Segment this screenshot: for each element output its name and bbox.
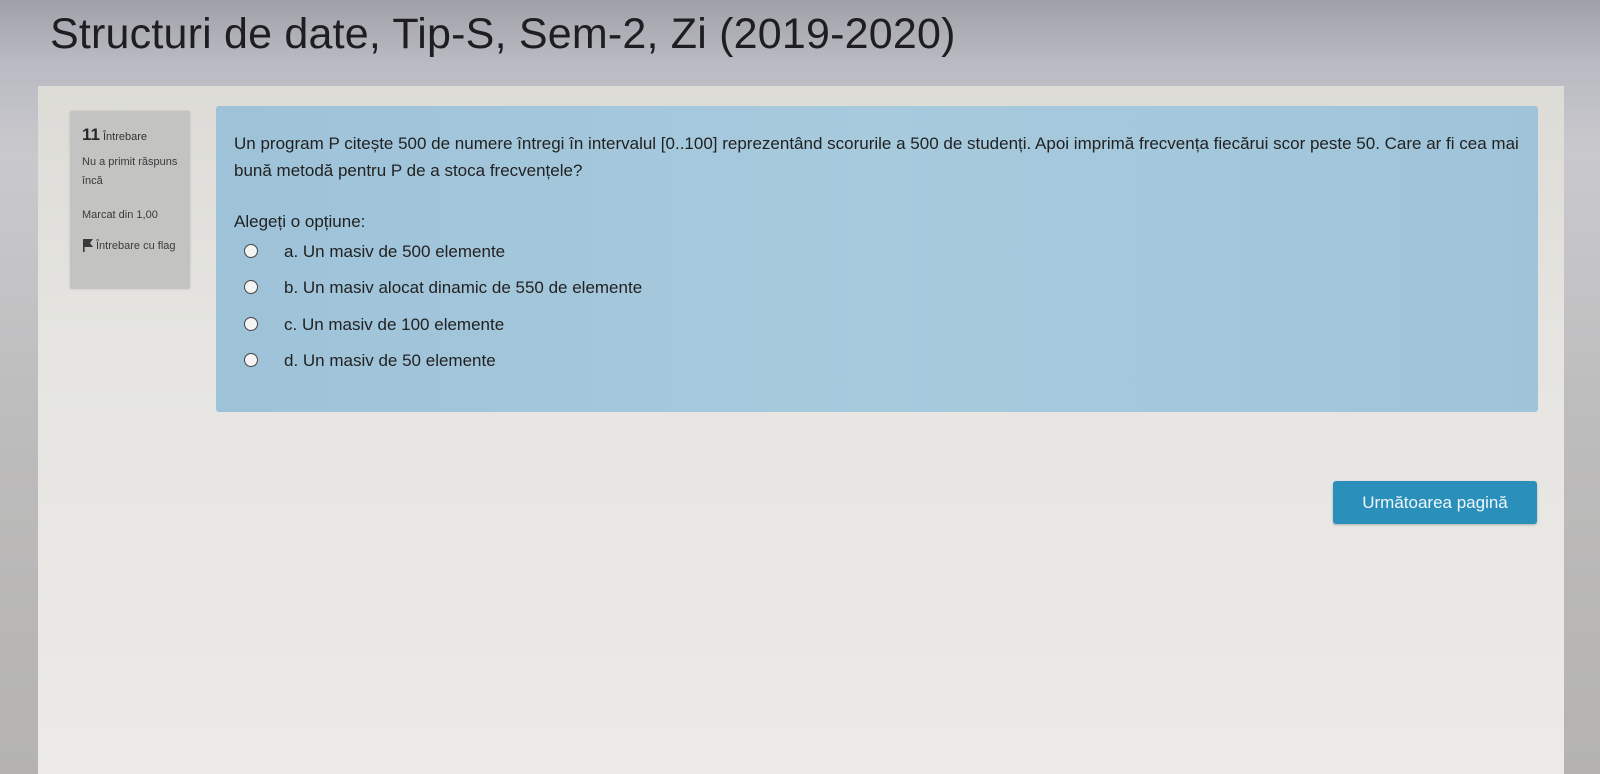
flag-label: Întrebare cu flag [96,240,176,252]
question-text: Un program P citește 500 de numere între… [234,134,1519,180]
flag-question-link[interactable]: Întrebare cu flag [82,237,187,256]
option-label: a. Un masiv de 500 elemente [284,242,506,261]
question-grade: Marcat din 1,00 [82,209,158,221]
question-number: 11 [82,125,100,144]
question-state: Nu a primit răspuns încă [82,156,178,187]
question-number-word: Întrebare [102,131,148,143]
option-b[interactable]: b. Un masiv alocat dinamic de 550 de ele… [244,278,642,298]
question-number-line: 11 Întrebare [82,125,147,145]
option-label: c. Un masiv de 100 elemente [284,315,505,334]
page-title: Structuri de date, Tip-S, Sem-2, Zi (201… [50,10,956,58]
radio-button[interactable] [244,317,258,331]
option-c[interactable]: c. Un masiv de 100 elemente [244,315,504,335]
radio-button[interactable] [244,280,258,294]
answer-prompt: Alegeți o opțiune: [234,212,366,231]
question-panel: Un program P citește 500 de numere între… [216,106,1538,412]
radio-button[interactable] [244,244,258,258]
option-label: d. Un masiv de 50 elemente [284,351,496,370]
option-a[interactable]: a. Un masiv de 500 elemente [244,242,505,262]
option-label: b. Un masiv alocat dinamic de 550 de ele… [284,278,643,297]
next-page-button[interactable]: Următoarea pagină [1333,481,1537,524]
option-d[interactable]: d. Un masiv de 50 elemente [244,351,496,371]
question-info-panel: 11 Întrebare Nu a primit răspuns încă Mar… [70,111,190,289]
radio-button[interactable] [244,353,258,367]
flag-icon [82,238,94,252]
